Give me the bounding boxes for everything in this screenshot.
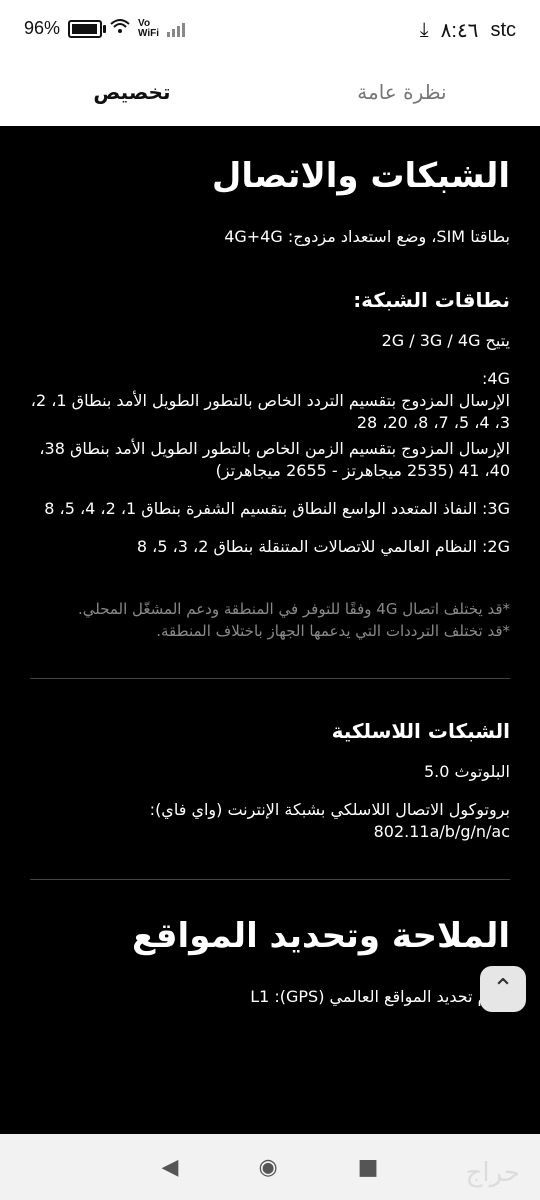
status-left: 96% Vo WiFi: [24, 17, 186, 39]
lte-label: 4G:: [482, 369, 510, 388]
clock: ٨:٤٦: [440, 20, 479, 42]
battery-icon: [68, 19, 107, 38]
divider: [30, 678, 510, 679]
battery-percent: 96%: [24, 18, 61, 38]
wifi-icon: [110, 18, 130, 39]
chevron-up-icon: ⌃: [492, 974, 514, 1004]
tab-bar: تخصيص نظرة عامة: [0, 58, 540, 126]
gps-info: نظام تحديد المواقع العالمي (GPS): L1: [250, 987, 510, 1006]
fdd-bands: الإرسال المزدوج بتقسيم التردد الخاص بالت…: [30, 391, 510, 432]
back-button[interactable]: ◀: [162, 1155, 179, 1180]
recent-apps-button[interactable]: ■: [358, 1155, 379, 1180]
bluetooth-info: البلوتوث 5.0: [423, 762, 510, 781]
tab-customize[interactable]: تخصيص: [93, 80, 170, 104]
wireless-title: الشبكات اللاسلكية: [331, 719, 510, 743]
sim-info: بطاقتا SIM، وضع استعداد مزدوج: 4G+4G: [224, 227, 510, 246]
tab-overview[interactable]: نظرة عامة: [357, 80, 446, 104]
section-title-network: الشبكات والاتصال: [211, 156, 510, 196]
divider: [30, 879, 510, 880]
status-right: ⤓ ٨:٤٦ stc: [420, 18, 516, 43]
home-button[interactable]: ◉: [258, 1155, 277, 1180]
status-bar: 96% Vo WiFi ⤓ ٨:٤٦ stc: [0, 0, 540, 58]
download-icon: ⤓: [419, 19, 429, 41]
vowifi-indicator: Vo WiFi: [138, 17, 160, 39]
signal-bars-icon: [167, 21, 186, 37]
supports-networks: يتيح 2G / 3G / 4G: [381, 331, 510, 350]
wifi-info: بروتوكول الاتصال اللاسلكي بشبكة الإنترنت…: [149, 800, 510, 841]
navigation-bar: ◀ ◉ ■ حراج: [0, 1134, 540, 1200]
watermark-logo: حراج: [465, 1158, 520, 1188]
section-title-navigation: الملاحة وتحديد المواقع: [132, 916, 510, 956]
specs-content: الشبكات والاتصال بطاقتا SIM، وضع استعداد…: [30, 126, 510, 1134]
carrier-name: stc: [490, 19, 516, 41]
wcdma-bands: 3G: النفاذ المتعدد الواسع النطاق بتقسيم …: [44, 499, 510, 518]
battery-level: [72, 23, 97, 34]
note-frequency: *قد تختلف الترددات التي يدعمها الجهاز با…: [156, 622, 510, 640]
bands-title: نطاقات الشبكة:: [353, 288, 510, 312]
gsm-bands: 2G: النظام العالمي للاتصالات المتنقلة بن…: [136, 537, 510, 556]
note-4g: *قد يختلف اتصال 4G وفقًا للتوفر في المنط…: [77, 600, 510, 618]
tdd-bands: الإرسال المزدوج بتقسيم الزمن الخاص بالتط…: [39, 439, 510, 480]
scroll-top-button[interactable]: ⌃: [480, 966, 526, 1012]
